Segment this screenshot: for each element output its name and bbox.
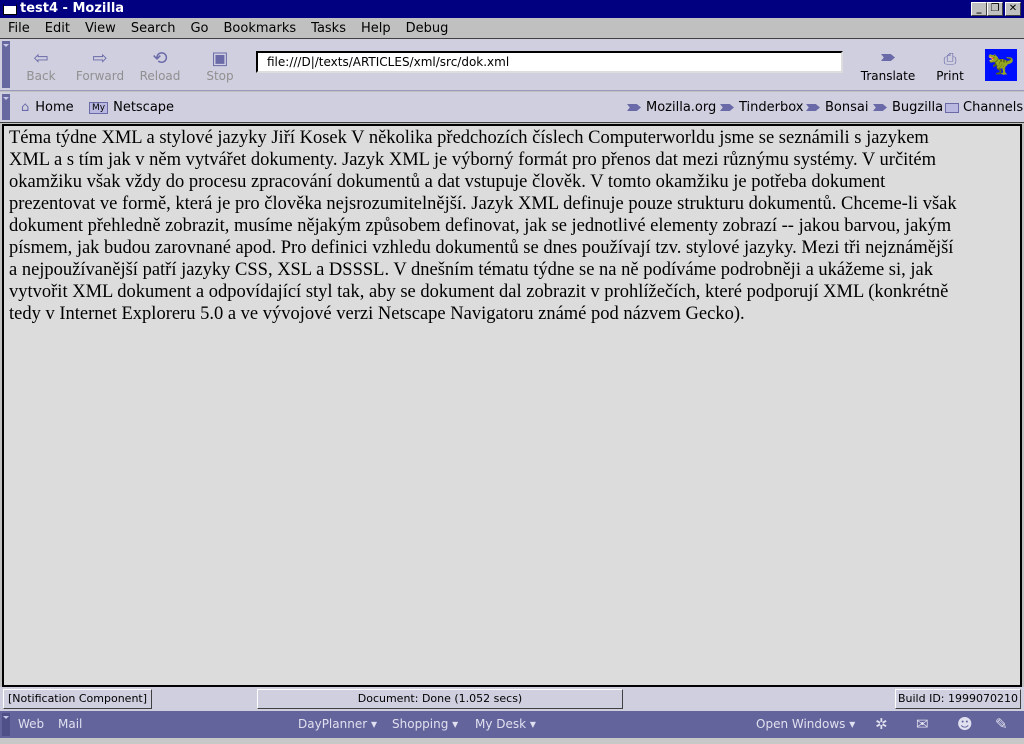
bookmark-arrow-icon	[627, 104, 641, 111]
bookmark-arrow-icon	[806, 104, 820, 111]
title-bar: test4 - Mozilla _ ❐ ✕	[0, 0, 1024, 18]
link-tinderbox[interactable]: Tinderbox	[720, 100, 804, 115]
print-label: Print	[936, 69, 964, 83]
translate-icon	[881, 54, 895, 61]
personal-toolbar: ⌂ Home My Netscape Mozilla.org Tinderbox B…	[0, 92, 1024, 123]
stop-label: Stop	[206, 69, 234, 83]
home-icon: ⌂	[21, 100, 30, 115]
build-id: Build ID: 1999070210	[895, 689, 1021, 709]
translate-label: Translate	[860, 69, 916, 83]
mydesk-menu[interactable]: My Desk ▾	[475, 717, 536, 731]
text-line: XML a s tím jak v něm vytvářet dokumenty…	[9, 150, 937, 170]
mail-icon[interactable]: ✉	[916, 715, 929, 733]
reload-label: Reload	[139, 69, 181, 83]
link-bugzilla[interactable]: Bugzilla	[873, 100, 943, 115]
folder-icon	[945, 102, 959, 113]
open-windows-menu[interactable]: Open Windows ▾	[756, 717, 855, 731]
back-button[interactable]: ⇦ Back	[11, 48, 71, 84]
shopping-menu[interactable]: Shopping ▾	[392, 717, 458, 731]
text-line: Téma týdne XML a stylové jazyky Jiří Kos…	[9, 128, 929, 148]
netscape-button[interactable]: My Netscape	[89, 100, 174, 115]
link-mozilla-org[interactable]: Mozilla.org	[627, 100, 716, 115]
window-icon	[3, 3, 17, 15]
menu-bar: File Edit View Search Go Bookmarks Tasks…	[0, 18, 1024, 38]
link-label: Mozilla.org	[646, 100, 717, 115]
menu-go[interactable]: Go	[190, 21, 208, 36]
menu-bookmarks[interactable]: Bookmarks	[224, 21, 297, 36]
url-input[interactable]: file:///D|/texts/ARTICLES/xml/src/dok.xm…	[256, 51, 843, 73]
mozilla-logo[interactable]: 🦖	[985, 49, 1017, 81]
reload-icon: ⟲	[152, 48, 168, 69]
menu-view[interactable]: View	[85, 21, 116, 36]
reload-button[interactable]: ⟲ Reload	[130, 48, 190, 84]
toolbar-grip[interactable]	[2, 41, 10, 88]
printer-icon: ⎙	[943, 49, 957, 68]
home-label: Home	[35, 100, 74, 115]
text-line: vytvořit XML dokument a odpovídající sty…	[9, 282, 949, 302]
translate-button[interactable]: Translate	[858, 49, 918, 83]
page-content: Téma týdne XML a stylové jazyky Jiří Kos…	[2, 124, 1022, 687]
print-button[interactable]: ⎙ Print	[930, 49, 970, 83]
menu-search[interactable]: Search	[131, 21, 176, 36]
text-line: prezentovat ve formě, která je pro člově…	[9, 194, 957, 214]
text-line: a nejpoužívanější patří jazyky CSS, XSL …	[9, 260, 933, 280]
home-button[interactable]: ⌂ Home	[21, 100, 74, 115]
text-line: dokument přehledně zobrazit, musíme něja…	[9, 216, 952, 236]
stop-icon: ▣	[211, 48, 229, 69]
component-bar: Web Mail DayPlanner ▾ Shopping ▾ My Desk…	[0, 711, 1024, 738]
link-label: Bonsai	[825, 100, 869, 115]
minimize-button[interactable]: _	[971, 2, 987, 16]
text-line: okamžiku však vždy do procesu zpracování…	[9, 172, 886, 192]
netscape-label: Netscape	[113, 100, 175, 115]
navigation-toolbar: ⇦ Back ⇨ Forward ⟲ Reload ▣ Stop file:///D|/…	[0, 38, 1024, 91]
menu-tasks[interactable]: Tasks	[311, 21, 346, 36]
forward-label: Forward	[75, 69, 125, 83]
web-button[interactable]: Web	[18, 717, 44, 731]
chat-icon[interactable]: ☻	[957, 715, 973, 733]
menu-help[interactable]: Help	[361, 21, 391, 36]
bookmark-arrow-icon	[873, 104, 887, 111]
taskbar-grip[interactable]	[2, 713, 10, 736]
channels-label: Channels	[963, 100, 1024, 115]
window-bottom-edge	[0, 738, 1024, 744]
composer-pen-icon[interactable]: ✎	[995, 715, 1008, 733]
close-button[interactable]: ✕	[1005, 2, 1021, 16]
text-line: písmem, jak budou zarovnané apod. Pro de…	[9, 238, 954, 258]
bookmark-arrow-icon	[720, 104, 734, 111]
notification-component: [Notification Component]	[3, 689, 152, 709]
my-netscape-icon: My	[89, 101, 109, 114]
menu-file[interactable]: File	[8, 21, 30, 36]
maximize-button[interactable]: ❐	[987, 2, 1003, 16]
document-status: Document: Done (1.052 secs)	[257, 689, 623, 709]
link-label: Bugzilla	[892, 100, 944, 115]
menu-debug[interactable]: Debug	[406, 21, 449, 36]
menu-edit[interactable]: Edit	[45, 21, 70, 36]
forward-button[interactable]: ⇨ Forward	[70, 48, 130, 84]
navigator-icon[interactable]: ✲	[875, 715, 888, 733]
link-bonsai[interactable]: Bonsai	[806, 100, 868, 115]
mail-button[interactable]: Mail	[58, 717, 82, 731]
back-arrow-icon: ⇦	[33, 48, 49, 69]
toolbar-grip[interactable]	[2, 94, 10, 120]
link-label: Tinderbox	[739, 100, 804, 115]
window-title: test4 - Mozilla	[20, 1, 125, 16]
status-bar: [Notification Component] Document: Done …	[0, 687, 1024, 711]
stop-button[interactable]: ▣ Stop	[190, 48, 250, 84]
dayplanner-menu[interactable]: DayPlanner ▾	[298, 717, 377, 731]
channels-folder[interactable]: Channels	[945, 100, 1023, 115]
back-label: Back	[26, 69, 56, 83]
forward-arrow-icon: ⇨	[92, 48, 108, 69]
text-line: tedy v Internet Exploreru 5.0 a ve vývoj…	[9, 304, 745, 324]
